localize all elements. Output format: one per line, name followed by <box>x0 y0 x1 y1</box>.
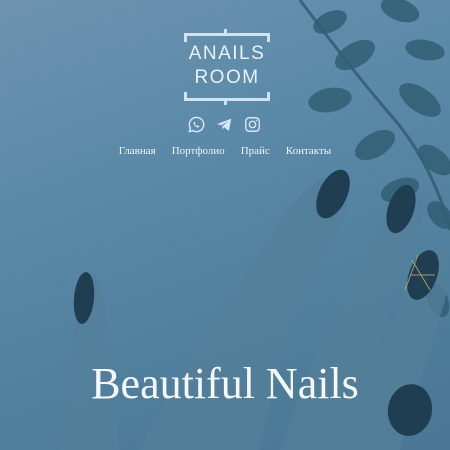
logo-frame-corner <box>267 33 270 42</box>
nav-item-home[interactable]: Главная <box>119 145 156 157</box>
logo-frame-corner <box>184 33 187 42</box>
logo-frame-bottom <box>184 98 270 101</box>
brand-name-line2: ROOM <box>194 67 260 88</box>
whatsapp-icon[interactable] <box>187 115 206 134</box>
logo-frame-top <box>184 33 270 36</box>
main-nav: Главная Портфолио Прайс Контакты <box>0 145 450 157</box>
nav-item-contacts[interactable]: Контакты <box>286 145 331 157</box>
nav-item-portfolio[interactable]: Портфолио <box>172 145 225 157</box>
brand-name-line1: ANAILS <box>188 43 266 64</box>
logo-frame-notch <box>224 29 227 36</box>
nav-item-price[interactable]: Прайс <box>241 145 270 157</box>
instagram-icon[interactable] <box>243 115 262 134</box>
hero-section: ANAILS ROOM Главная Портфолио Прайс Конт… <box>0 0 450 450</box>
brand-logo[interactable]: ANAILS ROOM <box>184 29 270 105</box>
telegram-icon[interactable] <box>215 115 234 134</box>
social-links <box>187 115 262 134</box>
hero-headline: Beautiful Nails <box>91 359 359 408</box>
